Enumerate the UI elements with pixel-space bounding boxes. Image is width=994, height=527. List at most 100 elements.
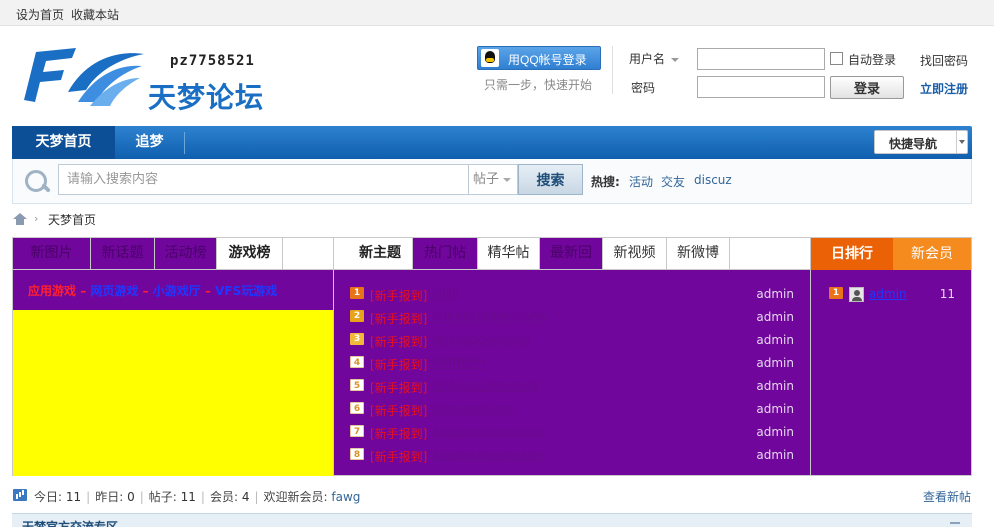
nav-divider bbox=[184, 132, 185, 154]
thread-row[interactable]: 3 [新手报到] ggggggggggggg admin bbox=[350, 331, 794, 349]
thread-title[interactable]: ggggggggggggg bbox=[432, 333, 531, 347]
stats-posts-label: 帖子: bbox=[148, 490, 177, 504]
rank-panel: 日排行 新会员 1 admin 11 bbox=[810, 237, 972, 476]
search-type-select[interactable]: 帖子 bbox=[468, 164, 518, 195]
hot-search-link-friends[interactable]: 交友 bbox=[661, 173, 685, 190]
tab-new-threads[interactable]: 新主题 bbox=[348, 238, 413, 269]
tab-latest-replies[interactable]: 最新回 bbox=[540, 238, 603, 269]
auto-login-checkbox[interactable] bbox=[830, 52, 843, 65]
thread-title[interactable]: jjjjjjjj bbox=[432, 287, 459, 301]
newest-member-link[interactable]: fawg bbox=[331, 490, 360, 504]
thread-author[interactable]: admin bbox=[756, 310, 794, 324]
password-input[interactable] bbox=[697, 76, 825, 98]
thread-author[interactable]: admin bbox=[756, 287, 794, 301]
set-homepage-link[interactable]: 设为首页 bbox=[16, 6, 64, 23]
rank-badge: 3 bbox=[350, 333, 364, 345]
qq-login-tip: 只需一步，快速开始 bbox=[484, 78, 593, 92]
game-link-vfs[interactable]: VFS玩游戏 bbox=[215, 284, 277, 298]
thread-row[interactable]: 5 [新手报到] dddddddddddddd admin bbox=[350, 377, 794, 395]
thread-tag[interactable]: [新手报到] bbox=[370, 402, 427, 419]
site-logo[interactable]: pz7758521 天梦论坛 bbox=[12, 36, 278, 114]
home-icon[interactable] bbox=[13, 213, 27, 225]
thread-row[interactable]: 2 [新手报到] hhhhhhhhhhhhhhh admin bbox=[350, 308, 794, 326]
section-title[interactable]: 天梦官方交流专区 bbox=[22, 518, 118, 527]
thread-row[interactable]: 1 [新手报到] jjjjjjjj admin bbox=[350, 285, 794, 303]
thread-author[interactable]: admin bbox=[756, 379, 794, 393]
tab-game-rank[interactable]: 游戏榜 bbox=[217, 238, 283, 269]
nav-tab-zhuimeng[interactable]: 追梦 bbox=[115, 126, 184, 159]
logo-user-id: pz7758521 bbox=[170, 53, 255, 69]
quick-nav-label: 快捷导航 bbox=[889, 137, 938, 151]
tab-daily-rank[interactable]: 日排行 bbox=[811, 238, 893, 270]
collapse-icon[interactable] bbox=[950, 522, 960, 524]
thread-title[interactable]: aaaaaaaaaaaaaaa bbox=[432, 448, 542, 462]
tab-featured-threads[interactable]: 精华帖 bbox=[478, 238, 540, 269]
bookmark-site-link[interactable]: 收藏本站 bbox=[71, 6, 119, 23]
thread-author[interactable]: admin bbox=[756, 448, 794, 462]
thread-tag[interactable]: [新手报到] bbox=[370, 356, 427, 373]
hot-search-link-discuz[interactable]: discuz bbox=[694, 173, 732, 187]
tab-new-topics[interactable]: 新话题 bbox=[91, 238, 155, 269]
stats-yesterday-label: 昨日: bbox=[95, 490, 124, 504]
chevron-down-icon bbox=[503, 177, 512, 182]
thread-tag[interactable]: [新手报到] bbox=[370, 287, 427, 304]
rank-member-name[interactable]: admin bbox=[869, 287, 907, 301]
search-input[interactable] bbox=[58, 164, 470, 195]
game-link-web[interactable]: 网页游戏 bbox=[90, 284, 138, 298]
view-new-posts-link[interactable]: 查看新帖 bbox=[923, 488, 971, 505]
thread-tag[interactable]: [新手报到] bbox=[370, 425, 427, 442]
thread-author[interactable]: admin bbox=[756, 425, 794, 439]
thread-tag[interactable]: [新手报到] bbox=[370, 333, 427, 350]
thread-row[interactable]: 7 [新手报到] aaaaaaaaaaaaaaa admin bbox=[350, 423, 794, 441]
stats-separator: | bbox=[200, 490, 205, 504]
avatar[interactable] bbox=[849, 287, 864, 302]
thread-row[interactable]: 4 [新手报到] fffffffffffff admin bbox=[350, 354, 794, 372]
game-link-mini[interactable]: 小游戏厅 bbox=[153, 284, 201, 298]
tab-hot-threads[interactable]: 热门帖 bbox=[413, 238, 478, 269]
game-links: 应用游戏 – 网页游戏 – 小游戏厅 – VFS玩游戏 bbox=[28, 282, 277, 299]
username-type-select[interactable]: 用户名 bbox=[629, 50, 680, 67]
hot-search-link-activity[interactable]: 活动 bbox=[629, 173, 653, 190]
login-button[interactable]: 登录 bbox=[830, 76, 904, 99]
stats-members-label: 会员: bbox=[209, 490, 239, 504]
tab-activity-rank[interactable]: 活动榜 bbox=[155, 238, 217, 269]
register-link[interactable]: 立即注册 bbox=[920, 80, 968, 97]
thread-row[interactable]: 6 [新手报到] sssssssssssss admin bbox=[350, 400, 794, 418]
stats-separator: | bbox=[86, 490, 91, 504]
thread-author[interactable]: admin bbox=[756, 402, 794, 416]
thread-title[interactable]: aaaaaaaaaaaaaaa bbox=[432, 425, 542, 439]
forgot-password-link[interactable]: 找回密码 bbox=[920, 52, 968, 69]
stats-separator: | bbox=[139, 490, 144, 504]
breadcrumb-current[interactable]: 天梦首页 bbox=[48, 211, 96, 228]
thread-row[interactable]: 8 [新手报到] aaaaaaaaaaaaaaa admin bbox=[350, 446, 794, 464]
nav-tab-home[interactable]: 天梦首页 bbox=[12, 126, 115, 159]
thread-tag[interactable]: [新手报到] bbox=[370, 310, 427, 327]
tab-new-images[interactable]: 新图片 bbox=[13, 238, 91, 269]
thread-title[interactable]: fffffffffffff bbox=[432, 356, 486, 370]
thread-title[interactable]: sssssssssssss bbox=[432, 402, 513, 416]
thread-title[interactable]: hhhhhhhhhhhhhhh bbox=[432, 310, 546, 324]
quick-nav-divider bbox=[956, 131, 957, 153]
game-link-separator: – bbox=[138, 284, 153, 298]
left-panel-tabs: 新图片 新话题 活动榜 游戏榜 bbox=[13, 238, 333, 270]
tab-new-videos[interactable]: 新视频 bbox=[603, 238, 667, 269]
rank-panel-tabs: 日排行 新会员 bbox=[811, 238, 971, 270]
thread-title[interactable]: dddddddddddddd bbox=[432, 379, 539, 393]
forum-section-header: 天梦官方交流专区 bbox=[12, 513, 972, 527]
thread-tag[interactable]: [新手报到] bbox=[370, 379, 427, 396]
header-divider bbox=[612, 46, 613, 94]
username-input[interactable] bbox=[697, 48, 825, 70]
fc-logo-mark-icon bbox=[24, 48, 144, 106]
thread-author[interactable]: admin bbox=[756, 356, 794, 370]
thread-tag[interactable]: [新手报到] bbox=[370, 448, 427, 465]
tab-new-weibo[interactable]: 新微博 bbox=[667, 238, 730, 269]
quick-nav-dropdown[interactable]: 快捷导航 bbox=[874, 130, 968, 154]
rank-badge: 1 bbox=[829, 287, 843, 299]
search-button[interactable]: 搜索 bbox=[518, 164, 583, 195]
tab-new-members[interactable]: 新会员 bbox=[893, 238, 971, 270]
thread-author[interactable]: admin bbox=[756, 333, 794, 347]
game-link-apps[interactable]: 应用游戏 bbox=[28, 284, 76, 298]
qq-login-button[interactable]: 用QQ帐号登录 bbox=[477, 46, 601, 70]
left-panel: 新图片 新话题 活动榜 游戏榜 应用游戏 – 网页游戏 – 小游戏厅 – VFS… bbox=[12, 237, 334, 476]
rank-badge: 4 bbox=[350, 356, 364, 368]
